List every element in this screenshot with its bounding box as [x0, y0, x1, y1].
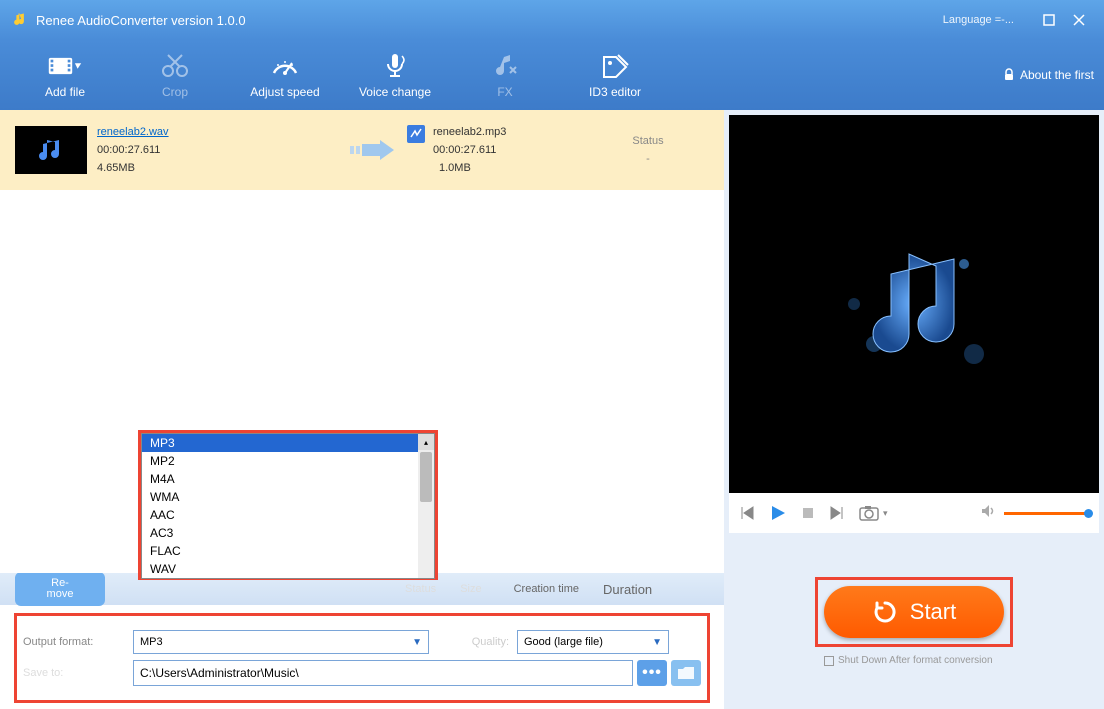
microphone-icon: [377, 51, 413, 81]
start-area: Start Shut Down After format conversion: [724, 533, 1104, 709]
dropdown-option[interactable]: MP3: [142, 434, 434, 452]
file-list-area: MP3 MP2 M4A WMA AAC AC3 FLAC WAV ▴: [0, 190, 724, 573]
tool-label: ID3 editor: [589, 85, 641, 99]
col-status: Status: [405, 583, 436, 595]
file-row[interactable]: reneelab2.wav 00:00:27.611 4.65MB reneel…: [0, 110, 724, 190]
open-folder-button[interactable]: [671, 660, 701, 686]
output-path-input[interactable]: C:\Users\Administrator\Music\: [133, 660, 633, 686]
format-dropdown: MP3 MP2 M4A WMA AAC AC3 FLAC WAV ▴: [138, 430, 438, 580]
input-file-info: reneelab2.wav 00:00:27.611 4.65MB: [97, 123, 337, 177]
lock-icon: [1002, 68, 1016, 82]
remove-button[interactable]: Re- move: [15, 572, 105, 606]
adjust-speed-button[interactable]: Adjust speed: [230, 40, 340, 110]
output-format-value: MP3: [140, 636, 163, 648]
tag-icon: [597, 51, 633, 81]
gauge-icon: [267, 51, 303, 81]
input-filename: reneelab2.wav: [97, 123, 337, 141]
output-format-select[interactable]: MP3 ▼: [133, 630, 429, 654]
col-creation: Creation time: [514, 583, 579, 595]
tool-label: Voice change: [359, 85, 431, 99]
volume-icon[interactable]: [980, 503, 996, 524]
shutdown-label: Shut Down After format conversion: [838, 655, 993, 666]
status-value: -: [613, 150, 683, 168]
volume-slider[interactable]: [1004, 512, 1089, 515]
col-duration: Duration: [603, 582, 652, 597]
app-logo-icon: [10, 11, 28, 29]
output-path-value: C:\Users\Administrator\Music\: [140, 666, 299, 680]
output-filename: reneelab2.mp3: [433, 123, 613, 141]
file-thumbnail: [15, 126, 87, 174]
dropdown-option[interactable]: MP2: [142, 452, 434, 470]
input-duration: 00:00:27.611: [97, 141, 337, 159]
tool-label: FX: [497, 85, 512, 99]
status-header: Status: [613, 132, 683, 150]
chevron-down-icon: ▾: [883, 508, 888, 519]
dropdown-scrollbar[interactable]: ▴: [418, 434, 434, 578]
start-button[interactable]: Start: [824, 586, 1004, 638]
crop-icon: [157, 51, 193, 81]
language-menu[interactable]: Language =-...: [943, 14, 1014, 26]
start-label: Start: [910, 599, 956, 625]
fx-button[interactable]: FX: [450, 40, 560, 110]
dropdown-option[interactable]: FLAC: [142, 542, 434, 560]
status-column: Status -: [613, 132, 683, 168]
save-to-label: Save to:: [23, 667, 133, 679]
output-duration: 00:00:27.611: [433, 141, 613, 159]
quality-label: Quality:: [449, 636, 509, 648]
scroll-up-icon[interactable]: ▴: [418, 434, 434, 450]
voice-change-button[interactable]: Voice change: [340, 40, 450, 110]
player-controls: ▾: [729, 493, 1099, 533]
output-size: 1.0MB: [433, 159, 613, 177]
dropdown-option[interactable]: WAV: [142, 560, 434, 578]
id3-editor-button[interactable]: ID3 editor: [560, 40, 670, 110]
browse-button[interactable]: •••: [637, 660, 667, 686]
chevron-down-icon: ▼: [652, 637, 662, 648]
dropdown-option[interactable]: AC3: [142, 524, 434, 542]
music-note-icon: [487, 51, 523, 81]
dropdown-option[interactable]: AAC: [142, 506, 434, 524]
about-label: About the first: [1020, 68, 1094, 82]
about-link[interactable]: About the first: [1002, 68, 1094, 82]
preview-pane: [729, 115, 1099, 493]
folder-icon: [677, 666, 695, 680]
crop-button[interactable]: Crop: [120, 40, 230, 110]
app-title: Renee AudioConverter version 1.0.0: [36, 13, 943, 28]
output-settings-panel: Output format: MP3 ▼ Quality: Good (larg…: [14, 613, 710, 703]
maximize-button[interactable]: [1034, 5, 1064, 35]
shutdown-checkbox[interactable]: Shut Down After format conversion: [824, 655, 1004, 666]
toolbar: Add file Crop Adjust speed Voice change …: [0, 40, 1104, 110]
dropdown-option[interactable]: M4A: [142, 470, 434, 488]
ellipsis-icon: •••: [642, 664, 662, 682]
preview-music-icon: [814, 204, 1014, 404]
stop-button[interactable]: [801, 506, 815, 520]
chevron-down-icon: ▼: [412, 637, 422, 648]
tool-label: Adjust speed: [250, 85, 319, 99]
dropdown-option[interactable]: WMA: [142, 488, 434, 506]
refresh-icon: [872, 599, 898, 625]
filmstrip-icon: [47, 51, 83, 81]
quality-select[interactable]: Good (large file) ▼: [517, 630, 669, 654]
prev-button[interactable]: [739, 505, 755, 521]
tool-label: Crop: [162, 85, 188, 99]
title-bar: Renee AudioConverter version 1.0.0 Langu…: [0, 0, 1104, 40]
output-file-info: reneelab2.mp3 00:00:27.611 1.0MB: [433, 123, 613, 177]
tool-label: Add file: [45, 85, 85, 99]
play-button[interactable]: [769, 504, 787, 522]
arrow-icon: [347, 136, 397, 164]
next-button[interactable]: [829, 505, 845, 521]
output-format-label: Output format:: [23, 636, 133, 648]
snapshot-button[interactable]: ▾: [859, 505, 888, 521]
scroll-thumb[interactable]: [420, 452, 432, 502]
quality-value: Good (large file): [524, 636, 603, 648]
checkbox-icon[interactable]: [824, 656, 834, 666]
input-size: 4.65MB: [97, 159, 337, 177]
col-size: Size: [460, 583, 481, 595]
add-file-button[interactable]: Add file: [10, 40, 120, 110]
output-format-icon: [407, 125, 427, 145]
close-button[interactable]: [1064, 5, 1094, 35]
volume-knob[interactable]: [1084, 509, 1093, 518]
